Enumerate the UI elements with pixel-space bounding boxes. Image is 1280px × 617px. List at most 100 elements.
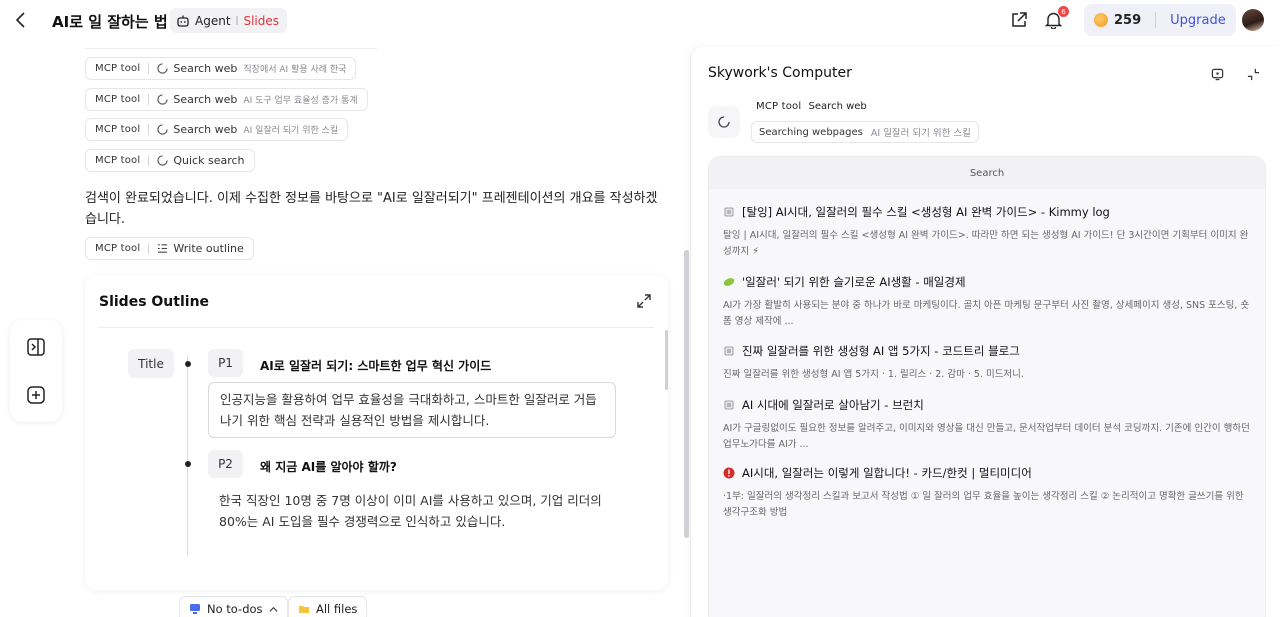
back-button[interactable]: [10, 8, 32, 32]
status-tool-name: MCP tool: [756, 101, 802, 112]
files-label: All files: [316, 602, 358, 616]
tool-call-chip[interactable]: MCP tool Quick search: [85, 149, 255, 172]
tool-name: MCP tool: [95, 94, 141, 105]
page-tag: P1: [208, 349, 243, 377]
tool-query: AI 도구 업무 효율성 증가 통계: [243, 96, 358, 106]
share-button[interactable]: [1009, 10, 1029, 30]
upgrade-button[interactable]: Upgrade: [1170, 13, 1226, 28]
status-tool-line: MCP tool Search web: [756, 101, 867, 112]
tool-call-chip[interactable]: MCP tool Search web AI 도구 업무 효율성 증가 통계: [85, 88, 368, 111]
result-snippet: 탈잉 | AI시대, 일잘러의 필수 스킬 <생성형 AI 완벽 가이드>. 따…: [723, 230, 1249, 257]
chevron-left-icon: [15, 12, 25, 28]
sidebar-toggle-icon: [27, 338, 45, 356]
folder-icon: [299, 606, 309, 613]
computer-panel: Skywork's Computer MCP tool Search web S…: [690, 47, 1280, 617]
chip-separator: [148, 94, 150, 105]
notification-button[interactable]: 6: [1043, 6, 1069, 30]
result-title[interactable]: '일잘러' 되기 위한 슬기로운 AI생활 - 매일경제: [742, 274, 966, 290]
credits-divider: [1155, 12, 1157, 28]
status-spinner: [708, 106, 740, 138]
credits-bar[interactable]: 259 Upgrade: [1084, 4, 1236, 36]
result-title[interactable]: AI시대, 일잘러는 이렇게 일합니다! - 카드/한컷 | 멀티미디어: [742, 465, 1032, 481]
result-title[interactable]: AI 시대에 일잘러로 살아남기 - 브런치: [742, 397, 924, 413]
monitor-icon: [190, 604, 200, 614]
mode-badge[interactable]: Agent ǀ Slides: [170, 8, 288, 33]
outline-scrollbar[interactable]: [665, 330, 668, 390]
title-tag: Title: [128, 349, 174, 378]
todos-button[interactable]: No to-dos: [179, 596, 288, 617]
toggle-sidebar-button[interactable]: [25, 336, 47, 358]
chip-separator: [148, 155, 150, 166]
chat-scrollbar[interactable]: [684, 250, 689, 538]
expand-button[interactable]: [637, 293, 653, 309]
doc-icon: [723, 345, 735, 357]
new-task-button[interactable]: [25, 384, 47, 406]
search-result[interactable]: 진짜 일잘러를 위한 생성형 AI 앱 5가지 - 코드트리 블로그 진짜 일잘…: [723, 343, 1255, 383]
spinner-icon: [157, 63, 169, 74]
result-title[interactable]: [탈잉] AI시대, 일잘러의 필수 스킬 <생성형 AI 완벽 가이드> - …: [742, 204, 1110, 220]
chat-column: MCP tool Search web 직장에서 AI 활용 사례 한국 MCP…: [85, 48, 675, 617]
doc-icon: [723, 399, 735, 411]
status-action: Search web: [808, 101, 867, 112]
outline-title: Slides Outline: [99, 294, 210, 310]
notification-badge: 6: [1058, 6, 1069, 17]
status-chip: Searching webpages AI 일잘러 되기 위한 스킬: [751, 121, 979, 143]
list-icon: [157, 243, 168, 254]
browser-address-bar: Search: [709, 157, 1265, 189]
all-files-button[interactable]: All files: [288, 596, 368, 617]
chevron-up-icon: [269, 606, 278, 612]
chip-separator: [148, 243, 150, 254]
tool-name: MCP tool: [95, 155, 141, 166]
robot-icon: [177, 15, 189, 27]
collapse-panel-button[interactable]: [1247, 66, 1261, 81]
timeline-dot: [185, 461, 191, 467]
todos-label: No to-dos: [207, 602, 263, 616]
outline-timeline: [187, 355, 188, 555]
search-result[interactable]: AI시대, 일잘러는 이렇게 일합니다! - 카드/한컷 | 멀티미디어 ·1부…: [723, 465, 1255, 521]
result-snippet: ·1부: 일잘러의 생각정리 스킬과 보고서 작성법 ① 일 잘러의 업무 효율…: [723, 491, 1244, 518]
result-snippet: 진짜 일잘러를 위한 생성형 AI 앱 5가지 · 1. 릴리스 · 2. 감마…: [723, 369, 1024, 380]
search-result[interactable]: AI 시대에 일잘러로 살아남기 - 브런치 AI가 구글링없이도 필요한 정보…: [723, 397, 1255, 453]
avatar[interactable]: [1242, 9, 1264, 31]
tool-action: Search web: [173, 62, 238, 75]
panel-view-button[interactable]: [1211, 66, 1225, 81]
tool-action: Write outline: [173, 242, 244, 255]
expand-icon: [637, 294, 651, 308]
mode-separator: ǀ: [235, 15, 239, 26]
tool-name: MCP tool: [95, 124, 141, 135]
alert-icon: [723, 467, 735, 479]
panel-title: Skywork's Computer: [708, 65, 852, 81]
tool-name: MCP tool: [95, 63, 141, 74]
slide-body-editor[interactable]: 인공지능을 활용하여 업무 효율성을 극대화하고, 스마트한 일잘러로 거듭나기…: [208, 382, 616, 438]
spinner-icon: [157, 124, 169, 135]
share-icon: [1012, 12, 1027, 27]
search-result[interactable]: [탈잉] AI시대, 일잘러의 필수 스킬 <생성형 AI 완벽 가이드> - …: [723, 204, 1255, 260]
tool-action: Search web: [173, 93, 238, 106]
chat-divider: [85, 48, 377, 49]
slide-body[interactable]: 한국 직장인 10명 중 7명 이상이 이미 AI를 사용하고 있으며, 기업 …: [208, 484, 616, 538]
tool-call-chip[interactable]: MCP tool Search web AI 일잘러 되기 위한 스킬: [85, 118, 349, 141]
browser-view: Search [탈잉] AI시대, 일잘러의 필수 스킬 <생성형 AI 완벽 …: [708, 156, 1266, 617]
status-query: AI 일잘러 되기 위한 스킬: [870, 128, 971, 139]
screen-icon: [1211, 68, 1224, 81]
chip-separator: [148, 124, 150, 135]
plus-square-icon: [27, 386, 45, 404]
write-outline-chip[interactable]: MCP tool Write outline: [85, 237, 254, 260]
outline-divider: [99, 327, 654, 328]
assistant-message: 검색이 완료되었습니다. 이제 수집한 정보를 바탕으로 "AI로 일잘러되기"…: [85, 191, 658, 227]
tool-name: MCP tool: [95, 243, 141, 254]
tool-query: 직장에서 AI 활용 사례 한국: [243, 65, 347, 75]
tool-call-chip[interactable]: MCP tool Search web 직장에서 AI 활용 사례 한국: [85, 57, 357, 80]
result-title[interactable]: 진짜 일잘러를 위한 생성형 AI 앱 5가지 - 코드트리 블로그: [742, 343, 1020, 359]
search-result[interactable]: '일잘러' 되기 위한 슬기로운 AI생활 - 매일경제 AI가 가장 활발히 …: [723, 274, 1255, 330]
result-snippet: AI가 구글링없이도 필요한 정보를 알려주고, 이미지와 영상을 대신 만들고…: [723, 423, 1250, 450]
status-label: Searching webpages: [759, 126, 863, 138]
credits-count: 259: [1114, 12, 1142, 28]
chip-separator: [148, 63, 150, 74]
spinner-icon: [718, 116, 730, 128]
mode-label: Agent: [195, 13, 231, 28]
page-tag: P2: [208, 450, 243, 478]
spinner-icon: [157, 94, 169, 105]
tool-action: Search web: [173, 123, 238, 136]
spinner-icon: [157, 155, 169, 166]
